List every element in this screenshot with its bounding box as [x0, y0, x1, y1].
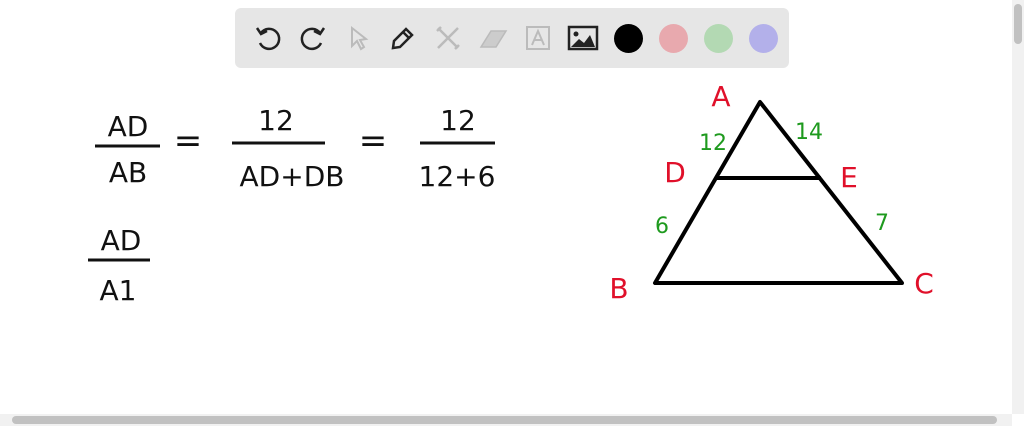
scrollbar-thumb[interactable] — [12, 416, 997, 424]
vertex-label-e: E — [840, 161, 858, 194]
whiteboard-canvas[interactable]: AD AB = 12 AD+DB = 12 12+6 AD A1 A B C D… — [0, 0, 1012, 414]
equation-2: AD A1 — [88, 224, 150, 307]
triangle-diagram: A B C D E 12 14 6 7 — [609, 80, 933, 305]
horizontal-scrollbar[interactable] — [0, 414, 1012, 426]
vertex-label-c: C — [914, 267, 934, 300]
equals-sign: = — [359, 121, 388, 161]
vertical-scrollbar[interactable] — [1012, 0, 1024, 414]
equals-sign: = — [174, 121, 203, 161]
fraction-denominator: 12+6 — [419, 160, 496, 193]
scrollbar-thumb[interactable] — [1014, 4, 1022, 44]
fraction-numerator: AD — [108, 110, 149, 143]
fraction-denominator: AD+DB — [240, 160, 345, 193]
triangle-abc — [653, 100, 904, 285]
vertex-label-b: B — [609, 272, 628, 305]
length-label-ae: 14 — [795, 120, 823, 145]
fraction-numerator: 12 — [440, 104, 476, 137]
equation-1: AD AB = 12 AD+DB = 12 12+6 — [95, 104, 495, 193]
fraction-denominator: A1 — [100, 274, 137, 307]
vertex-label-d: D — [664, 156, 686, 189]
fraction-numerator: 12 — [258, 104, 294, 137]
length-label-ad: 12 — [699, 131, 727, 156]
fraction-denominator: AB — [109, 156, 147, 189]
length-label-ec: 7 — [875, 211, 889, 236]
vertex-label-a: A — [711, 80, 730, 113]
length-label-db: 6 — [655, 214, 669, 239]
fraction-numerator: AD — [101, 224, 142, 257]
